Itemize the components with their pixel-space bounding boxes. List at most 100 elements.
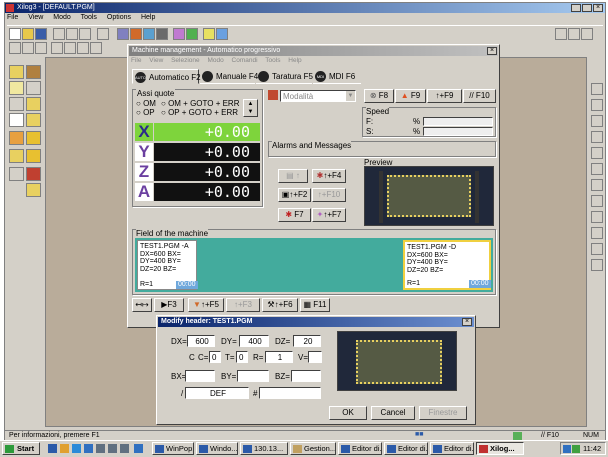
- settings-icon[interactable]: [173, 28, 185, 40]
- quicklaunch-1-icon[interactable]: [48, 444, 57, 453]
- right-palette-4-icon[interactable]: [591, 131, 603, 143]
- by-field[interactable]: [237, 370, 269, 382]
- field-card-a[interactable]: TEST1.PGM -A DX=600 BX= DY=400 BY= DZ=20…: [137, 240, 198, 290]
- drill-icon[interactable]: [186, 28, 198, 40]
- right-palette-11-icon[interactable]: [591, 243, 603, 255]
- right-palette-9-icon[interactable]: [591, 211, 603, 223]
- rotate-icon[interactable]: [64, 42, 76, 54]
- task-xilog[interactable]: Xilog...: [476, 442, 524, 455]
- radio-op-goto[interactable]: ○ OP + GOTO + ERR: [161, 108, 238, 117]
- bx-field[interactable]: [185, 370, 215, 382]
- palette-profile-icon[interactable]: [26, 97, 41, 111]
- help-icon[interactable]: [203, 28, 215, 40]
- tray-sync-icon[interactable]: [572, 445, 580, 453]
- task-editor-3[interactable]: Editor di...: [430, 442, 474, 455]
- f3-button[interactable]: ▶F3: [154, 298, 184, 312]
- status-f10[interactable]: // F10: [541, 432, 559, 439]
- palette-line-icon[interactable]: [26, 81, 41, 95]
- right-palette-6-icon[interactable]: [591, 163, 603, 175]
- f11-button[interactable]: ▦ F11: [300, 298, 330, 312]
- tool-icon[interactable]: [130, 28, 142, 40]
- palette-macro-icon[interactable]: [26, 113, 41, 127]
- right-tool-2-icon[interactable]: [568, 28, 580, 40]
- mm-close-icon[interactable]: ×: [487, 47, 497, 55]
- palette-hole-icon[interactable]: [9, 81, 24, 95]
- shift-f9-button[interactable]: ↑+F9: [427, 89, 462, 103]
- mm-menu-view[interactable]: View: [149, 57, 163, 64]
- minimize-icon[interactable]: [571, 4, 581, 12]
- task-windo[interactable]: Windo...: [196, 442, 238, 455]
- quicklaunch-5-icon[interactable]: [96, 444, 105, 453]
- machine-icon[interactable]: [117, 28, 129, 40]
- menu-help[interactable]: Help: [141, 14, 155, 21]
- mode-combo[interactable]: Modalità ▼: [280, 90, 356, 102]
- field-card-d[interactable]: TEST1.PGM -D DX=600 BX= DY=400 BY= DZ=20…: [403, 240, 491, 290]
- cut-icon[interactable]: [53, 28, 65, 40]
- close-icon[interactable]: ×: [593, 4, 603, 12]
- table-icon[interactable]: [156, 28, 168, 40]
- f10-button[interactable]: // F10: [463, 89, 496, 103]
- mm-menu-tools[interactable]: Tools: [265, 57, 280, 64]
- hash-field[interactable]: [259, 387, 321, 399]
- palette-text-icon[interactable]: [9, 113, 24, 127]
- right-palette-3-icon[interactable]: [591, 115, 603, 127]
- shift-f4-button[interactable]: ✱↑+F4: [312, 169, 346, 183]
- save-icon[interactable]: [35, 28, 47, 40]
- palette-cut-icon[interactable]: [26, 131, 41, 145]
- radio-om-goto[interactable]: ○ OM + GOTO + ERR: [161, 99, 239, 108]
- tab-manuale[interactable]: Manuale F4: [200, 69, 258, 84]
- mm-menu-selezione[interactable]: Selezione: [171, 57, 200, 64]
- start-button[interactable]: Start: [2, 442, 40, 455]
- quicklaunch-6-icon[interactable]: [108, 444, 117, 453]
- quicklaunch-8-icon[interactable]: [134, 444, 143, 453]
- mm-menu-file[interactable]: File: [131, 57, 141, 64]
- ctrl-disabled-button[interactable]: ▤ ↑: [278, 169, 308, 183]
- mm-menu-help[interactable]: Help: [288, 57, 301, 64]
- tab-mdi[interactable]: MDI MDI F6: [313, 69, 361, 84]
- quicklaunch-7-icon[interactable]: [120, 444, 129, 453]
- mm-titlebar[interactable]: Machine management - Automatico progress…: [129, 46, 498, 56]
- dx-field[interactable]: 600: [187, 335, 215, 347]
- menu-options[interactable]: Options: [107, 14, 131, 21]
- zoom-out-icon[interactable]: [22, 42, 34, 54]
- context-help-icon[interactable]: [216, 28, 228, 40]
- palette-stack-icon[interactable]: [26, 183, 41, 197]
- axes-spin-button[interactable]: ▲ ▼: [243, 99, 258, 117]
- f9-button[interactable]: ▲ F9: [395, 89, 426, 103]
- copy-icon[interactable]: [66, 28, 78, 40]
- palette-pocket-icon[interactable]: [9, 149, 24, 163]
- task-editor-1[interactable]: Editor di...: [338, 442, 382, 455]
- palette-select-icon[interactable]: [9, 65, 24, 79]
- right-tool-3-icon[interactable]: [581, 28, 593, 40]
- f7-button[interactable]: ✱ F7: [278, 208, 311, 222]
- right-palette-1-icon[interactable]: [591, 83, 603, 95]
- right-palette-8-icon[interactable]: [591, 195, 603, 207]
- palette-plate-icon[interactable]: [9, 167, 24, 181]
- dlg-close-icon[interactable]: ×: [462, 318, 472, 326]
- f8-button[interactable]: ⊗ F8: [364, 89, 394, 103]
- t-field[interactable]: 0: [236, 351, 248, 363]
- r-field[interactable]: 1: [265, 351, 293, 363]
- paste-icon[interactable]: [79, 28, 91, 40]
- shift-f2-button[interactable]: ▣↑+F2: [278, 188, 311, 202]
- mm-menu-comandi[interactable]: Comandi: [232, 57, 258, 64]
- quicklaunch-4-icon[interactable]: [84, 444, 93, 453]
- new-file-icon[interactable]: [9, 28, 21, 40]
- zoom-all-icon[interactable]: [35, 42, 47, 54]
- tray-network-icon[interactable]: [563, 445, 571, 453]
- shift-f10-button[interactable]: ↑+F10: [312, 188, 346, 202]
- bz-field[interactable]: [291, 370, 321, 382]
- right-tool-1-icon[interactable]: [555, 28, 567, 40]
- def-field[interactable]: DEF: [185, 387, 249, 399]
- ok-button[interactable]: OK: [329, 406, 367, 420]
- menu-view[interactable]: View: [28, 14, 43, 21]
- shift-f5-button[interactable]: ▼↑+F5: [188, 298, 224, 312]
- menu-tools[interactable]: Tools: [81, 14, 97, 21]
- right-palette-5-icon[interactable]: [591, 147, 603, 159]
- grid-icon[interactable]: [90, 42, 102, 54]
- palette-measure-icon[interactable]: [26, 149, 41, 163]
- palette-arc-icon[interactable]: [9, 97, 24, 111]
- v-field[interactable]: [308, 351, 322, 363]
- c-field[interactable]: 0: [209, 351, 221, 363]
- cancel-button[interactable]: Cancel: [371, 406, 415, 420]
